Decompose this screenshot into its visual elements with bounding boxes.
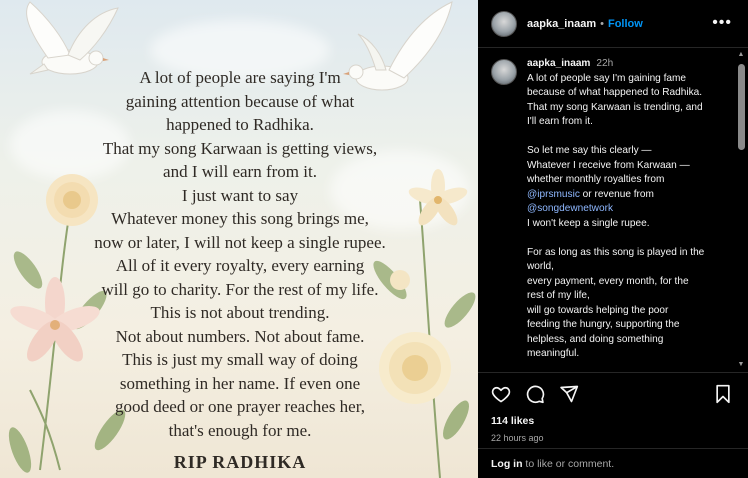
poem-line: This is not about trending. bbox=[150, 303, 330, 322]
post-header: aapka_inaam • Follow ••• bbox=[478, 0, 748, 48]
poem-line: A lot of people are saying I'm bbox=[139, 68, 341, 87]
caption-paragraph: A lot of people say I'm gaining fame bec… bbox=[527, 72, 725, 130]
caption-username-link[interactable]: aapka_inaam bbox=[527, 58, 590, 69]
scroll-up-icon[interactable]: ▲ bbox=[736, 50, 746, 60]
comments-area[interactable]: aapka_inaam 22h A lot of people say I'm g… bbox=[478, 49, 748, 371]
share-paper-plane-icon[interactable] bbox=[559, 384, 579, 404]
caption-body: aapka_inaam 22h A lot of people say I'm g… bbox=[527, 57, 725, 371]
mention-link-songdewnetwork[interactable]: @songdewnetwork bbox=[527, 202, 725, 217]
caption-line: I won't keep a single rupee. bbox=[527, 217, 650, 229]
poem-line: Whatever money this song brings me, bbox=[111, 209, 369, 228]
avatar[interactable] bbox=[491, 10, 517, 37]
caption-line: meaningful. bbox=[527, 348, 580, 359]
header-separator: • bbox=[600, 17, 604, 30]
caption-line: world, bbox=[527, 261, 554, 272]
like-heart-icon[interactable] bbox=[491, 384, 511, 404]
caption-line: Whatever I receive from Karwaan — bbox=[527, 159, 690, 171]
bookmark-save-icon[interactable] bbox=[714, 384, 732, 404]
poem-line: that's enough for me. bbox=[168, 420, 312, 440]
poem-line: happened to Radhika. bbox=[166, 115, 314, 134]
caption-meta: aapka_inaam 22h bbox=[527, 57, 725, 72]
comment-bubble-icon[interactable] bbox=[525, 384, 545, 404]
comments-scrollbar[interactable]: ▲ ▼ bbox=[736, 50, 746, 370]
caption-timestamp[interactable]: 22h bbox=[596, 58, 613, 69]
poem-line: I just want to say bbox=[181, 185, 299, 205]
poem-line: Not about numbers. Not about fame. bbox=[115, 326, 365, 346]
caption-line: So let me say this clearly — bbox=[527, 145, 652, 156]
login-prompt: Log in to like or comment. bbox=[478, 448, 748, 478]
caption-line: I'll earn from it. bbox=[527, 116, 593, 127]
post-side-panel: aapka_inaam • Follow ••• aapka_inaam 22h … bbox=[478, 0, 748, 478]
poem-line: All of it every royalty, every earning bbox=[115, 256, 365, 275]
caption-line: feeding the hungry, supporting the bbox=[527, 319, 680, 330]
follow-button[interactable]: Follow bbox=[608, 18, 643, 30]
poem-line: something in her name. If even one bbox=[119, 373, 361, 393]
poem-text: A lot of people are saying I'm gaining a… bbox=[60, 66, 420, 475]
caption-line: @iprsmusic or revenue from bbox=[527, 188, 725, 203]
caption-line: every payment, every month, for the bbox=[527, 275, 689, 287]
poem-line: good deed or one prayer reaches her, bbox=[115, 397, 365, 416]
caption-text: or revenue from bbox=[579, 188, 654, 200]
header-username-link[interactable]: aapka_inaam bbox=[527, 18, 596, 30]
more-options-icon[interactable]: ••• bbox=[712, 14, 732, 32]
action-icons-row bbox=[491, 383, 735, 405]
poem-rip-heading: RIP RADHIKA bbox=[173, 452, 307, 472]
scroll-down-icon[interactable]: ▼ bbox=[736, 360, 746, 370]
caption-line: A lot of people say I'm gaining fame bbox=[527, 72, 687, 84]
poem-line: and I will earn from it. bbox=[163, 162, 317, 181]
caption-comment: aapka_inaam 22h A lot of people say I'm g… bbox=[491, 57, 748, 371]
avatar[interactable] bbox=[491, 59, 517, 85]
post-actions: 114 likes 22 hours ago bbox=[478, 372, 748, 443]
caption-line: whether monthly royalties from bbox=[527, 174, 665, 185]
login-prompt-text: to like or comment. bbox=[522, 458, 615, 470]
caption-paragraph: So let me say this clearly — Whatever I … bbox=[527, 144, 725, 231]
login-link[interactable]: Log in bbox=[491, 458, 523, 470]
caption-line: That my song Karwaan is trending, and bbox=[527, 101, 703, 113]
caption-line: For as long as this song is played in th… bbox=[527, 246, 705, 258]
mention-link-iprsmusic[interactable]: @iprsmusic bbox=[527, 189, 580, 200]
poem-line: gaining attention because of what bbox=[125, 91, 355, 111]
poem-line: This is just my small way of doing bbox=[122, 350, 358, 369]
scrollbar-thumb[interactable] bbox=[738, 64, 745, 150]
caption-line: will go towards helping the poor bbox=[527, 304, 669, 316]
poem-line: will go to charity. For the rest of my l… bbox=[101, 279, 379, 299]
likes-count-link[interactable]: 114 likes bbox=[491, 415, 735, 427]
poem-line: That my song Karwaan is getting views, bbox=[102, 138, 378, 158]
post-timestamp[interactable]: 22 hours ago bbox=[491, 433, 735, 443]
caption-line: helpless, and doing something bbox=[527, 333, 664, 345]
caption-line: because of what happened to Radhika. bbox=[527, 87, 703, 98]
caption-line: rest of my life, bbox=[527, 290, 590, 301]
caption-paragraph: For as long as this song is played in th… bbox=[527, 246, 725, 362]
post-image[interactable]: A lot of people are saying I'm gaining a… bbox=[0, 0, 478, 478]
poem-line: now or later, I will not keep a single r… bbox=[94, 232, 386, 252]
